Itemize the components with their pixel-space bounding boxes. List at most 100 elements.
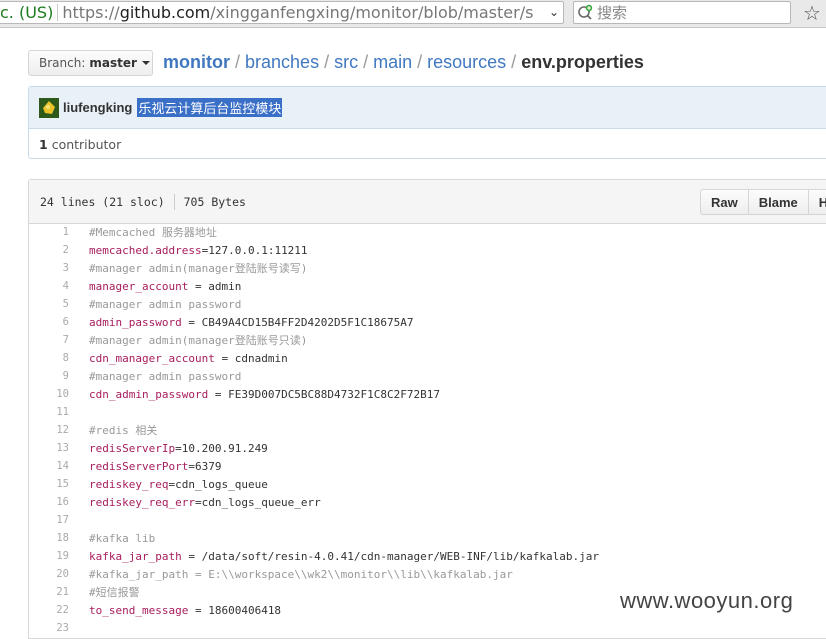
code-line: 18 #kafka lib bbox=[29, 529, 826, 547]
code-text: cdn_admin_password = FE39D007DC5BC88D473… bbox=[89, 388, 440, 401]
code-line: 2 memcached.address=127.0.0.1:11211 bbox=[29, 241, 826, 259]
property-key: cdn_manager_account bbox=[89, 351, 215, 365]
code-line: 6 admin_password = CB49A4CD15B4FF2D4202D5… bbox=[29, 313, 826, 331]
watermark: www.wooyun.org bbox=[620, 588, 794, 613]
line-number[interactable]: 23 bbox=[29, 622, 89, 634]
search-input[interactable]: 搜索 bbox=[573, 1, 791, 24]
code-line: 16 rediskey_req_err=cdn_logs_queue_err bbox=[29, 493, 826, 511]
line-number[interactable]: 11 bbox=[29, 406, 89, 418]
search-engine-icon[interactable] bbox=[577, 4, 597, 22]
blame-button[interactable]: Blame bbox=[747, 189, 809, 215]
line-number[interactable]: 4 bbox=[29, 280, 89, 292]
file-header: 24 lines (21 sloc) 705 Bytes Raw Blame H bbox=[29, 180, 826, 224]
code-line: 19 kafka_jar_path = /data/soft/resin-4.0.… bbox=[29, 547, 826, 565]
chevron-down-icon[interactable]: ⌄ bbox=[549, 5, 559, 19]
address-bar[interactable]: c. (US) https://github.com/xingganfengxi… bbox=[0, 1, 564, 24]
raw-button[interactable]: Raw bbox=[700, 189, 749, 215]
code-line: 9 #manager admin password bbox=[29, 367, 826, 385]
line-number[interactable]: 14 bbox=[29, 460, 89, 472]
code-text: #redis 相关 bbox=[89, 424, 158, 437]
line-number[interactable]: 19 bbox=[29, 550, 89, 562]
contributor-count: 1 bbox=[39, 137, 48, 152]
line-number[interactable]: 13 bbox=[29, 442, 89, 454]
branch-name: master bbox=[89, 56, 137, 70]
contributors-summary[interactable]: 1 contributor bbox=[29, 129, 826, 160]
file-info-divider bbox=[173, 194, 175, 210]
line-number[interactable]: 16 bbox=[29, 496, 89, 508]
code-line: 1 #Memcached 服务器地址 bbox=[29, 223, 826, 241]
code-line: 10 cdn_admin_password = FE39D007DC5BC88D4… bbox=[29, 385, 826, 403]
code-text: redisServerIp=10.200.91.249 bbox=[89, 442, 268, 455]
property-key: redisServerPort bbox=[89, 459, 189, 473]
file-size: 705 Bytes bbox=[183, 195, 246, 209]
property-key: rediskey_req bbox=[89, 477, 169, 491]
code-text: #kafka lib bbox=[89, 531, 156, 545]
code-text: #短信报警 bbox=[89, 586, 140, 599]
property-value: = CB49A4CD15B4FF2D4202D5F1C18675A7 bbox=[181, 315, 414, 329]
browser-toolbar: c. (US) https://github.com/xingganfengxi… bbox=[0, 0, 826, 28]
line-number[interactable]: 10 bbox=[29, 388, 89, 400]
commit-message-link[interactable]: 乐视云计算后台监控模块 bbox=[137, 98, 283, 117]
bookmark-star-icon[interactable]: ☆ bbox=[803, 1, 821, 25]
branch-selector-button[interactable]: Branch: master bbox=[28, 50, 153, 76]
code-text: cdn_manager_account = cdnadmin bbox=[89, 352, 288, 365]
file-viewer: 24 lines (21 sloc) 705 Bytes Raw Blame H… bbox=[28, 179, 826, 639]
code-line: 14 redisServerPort=6379 bbox=[29, 457, 826, 475]
property-key: rediskey_req_err bbox=[89, 495, 195, 509]
code-text: admin_password = CB49A4CD15B4FF2D4202D5F… bbox=[89, 316, 414, 329]
line-number[interactable]: 17 bbox=[29, 514, 89, 526]
breadcrumb-link-src[interactable]: src bbox=[334, 52, 358, 72]
code-text: #Memcached 服务器地址 bbox=[89, 226, 217, 239]
code-line: 15 rediskey_req=cdn_logs_queue bbox=[29, 475, 826, 493]
property-value: = FE39D007DC5BC88D4732F1C8C2F72B17 bbox=[208, 387, 441, 401]
code-line: 23 bbox=[29, 619, 826, 637]
property-value: =cdn_logs_queue bbox=[168, 477, 268, 491]
ev-certificate-label[interactable]: c. (US) bbox=[0, 3, 53, 22]
line-number[interactable]: 2 bbox=[29, 244, 89, 256]
code-text: manager_account = admin bbox=[89, 280, 241, 293]
url-scheme: https:// bbox=[62, 3, 120, 22]
avatar[interactable] bbox=[39, 97, 59, 118]
line-number[interactable]: 15 bbox=[29, 478, 89, 490]
code-text: to_send_message = 18600406418 bbox=[89, 604, 281, 617]
breadcrumb-link-main[interactable]: main bbox=[373, 52, 412, 72]
property-key: kafka_jar_path bbox=[89, 549, 182, 563]
line-number[interactable]: 18 bbox=[29, 532, 89, 544]
property-value: =10.200.91.249 bbox=[175, 441, 268, 455]
code-text: rediskey_req=cdn_logs_queue bbox=[89, 478, 268, 491]
breadcrumb: monitor / branches / src / main / resources / env.… bbox=[163, 52, 644, 72]
line-number[interactable]: 1 bbox=[29, 226, 89, 238]
property-value: =cdn_logs_queue_err bbox=[194, 495, 321, 509]
property-value: = admin bbox=[188, 279, 242, 293]
line-number[interactable]: 3 bbox=[29, 262, 89, 274]
line-number[interactable]: 20 bbox=[29, 568, 89, 580]
property-key: memcached.address bbox=[89, 243, 202, 257]
file-actions: Raw Blame H bbox=[700, 189, 826, 215]
property-key: cdn_admin_password bbox=[89, 387, 209, 401]
line-number[interactable]: 5 bbox=[29, 298, 89, 310]
code-line: 3 #manager admin(manager登陆账号读写) bbox=[29, 259, 826, 277]
line-number[interactable]: 22 bbox=[29, 604, 89, 616]
code-line: 4 manager_account = admin bbox=[29, 277, 826, 295]
line-number[interactable]: 21 bbox=[29, 586, 89, 598]
line-number[interactable]: 12 bbox=[29, 424, 89, 436]
property-value: =127.0.0.1:11211 bbox=[201, 243, 308, 257]
property-key: to_send_message bbox=[89, 603, 189, 617]
code-line: 5 #manager admin password bbox=[29, 295, 826, 313]
line-number[interactable]: 8 bbox=[29, 352, 89, 364]
code-line: 8 cdn_manager_account = cdnadmin bbox=[29, 349, 826, 367]
property-value: =6379 bbox=[188, 459, 222, 473]
code-text: #manager admin(manager登陆账号只读) bbox=[89, 334, 308, 347]
line-number[interactable]: 6 bbox=[29, 316, 89, 328]
code-line: 13 redisServerIp=10.200.91.249 bbox=[29, 439, 826, 457]
breadcrumb-link-branches[interactable]: branches bbox=[245, 52, 319, 72]
line-number[interactable]: 7 bbox=[29, 334, 89, 346]
latest-commit: liufengking 乐视云计算后台监控模块 bbox=[29, 87, 826, 129]
line-number[interactable]: 9 bbox=[29, 370, 89, 382]
breadcrumb-link-resources[interactable]: resources bbox=[427, 52, 506, 72]
commit-author-link[interactable]: liufengking bbox=[63, 100, 132, 115]
file-line-count: 24 lines (21 sloc) bbox=[40, 195, 165, 209]
property-value: = cdnadmin bbox=[214, 351, 288, 365]
history-button[interactable]: H bbox=[807, 189, 826, 215]
breadcrumb-repo-link[interactable]: monitor bbox=[163, 52, 230, 72]
